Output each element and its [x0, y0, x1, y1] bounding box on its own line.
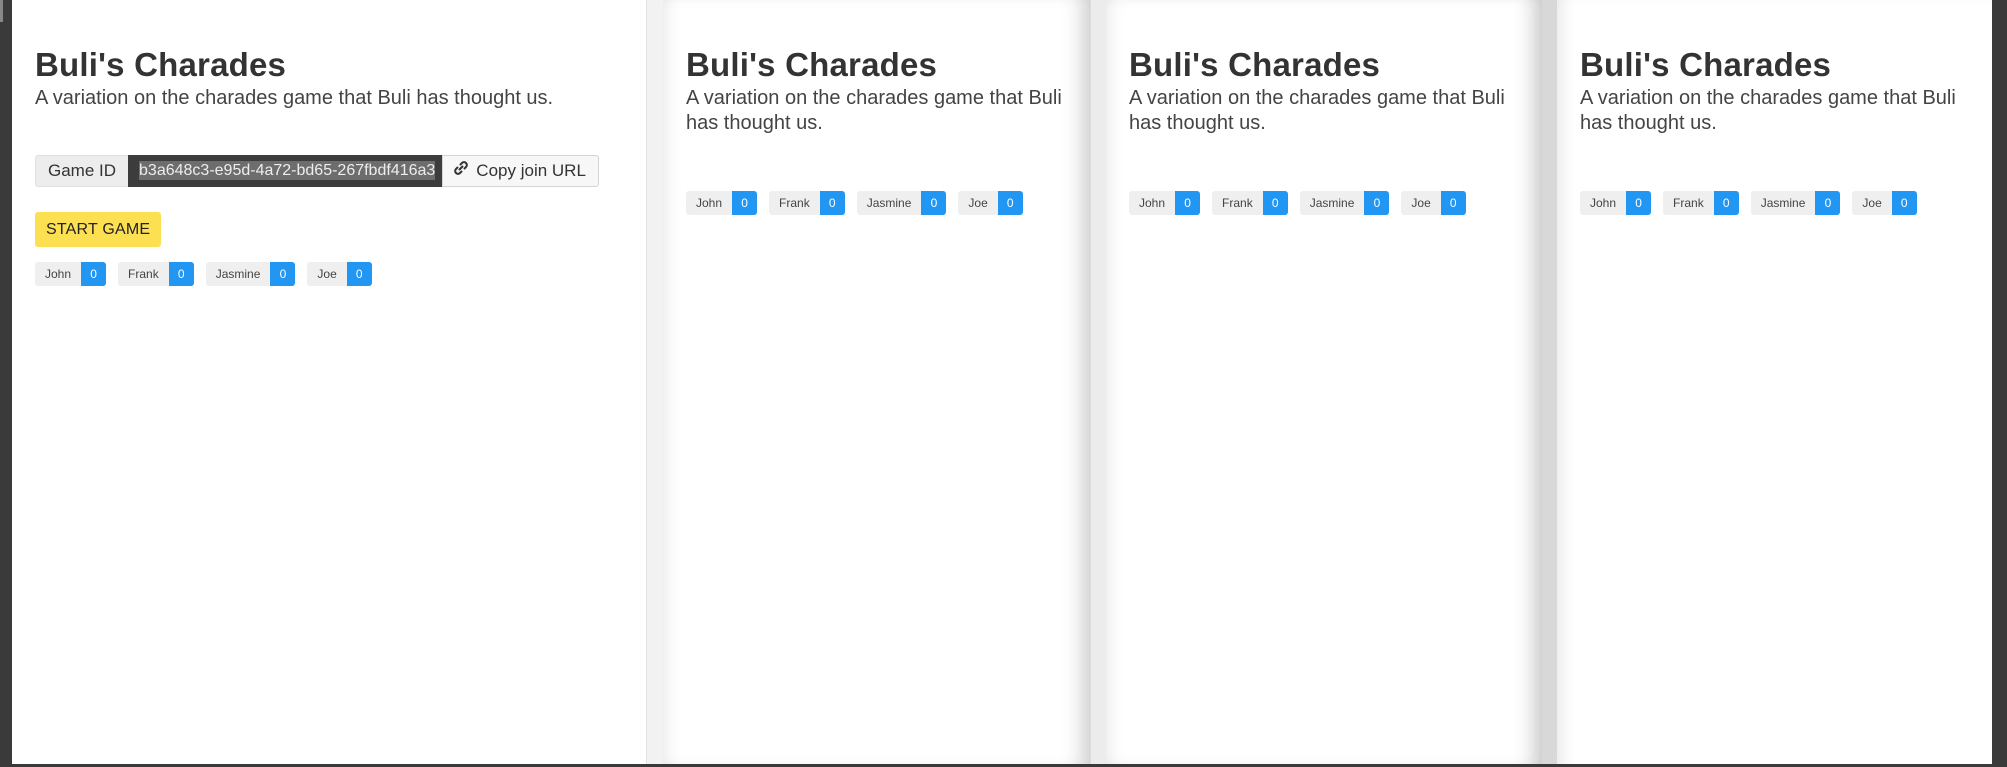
player-chip: Joe 0 [1401, 191, 1466, 215]
page-subtitle: A variation on the charades game that Bu… [35, 87, 554, 109]
player-name: Joe [958, 191, 998, 215]
player-content: Buli's Charades A variation on the chara… [686, 44, 1072, 215]
player-name: Frank [1663, 191, 1714, 215]
page-subtitle: A variation on the charades game that Bu… [1580, 87, 1956, 134]
player-list: John 0 Frank 0 Jasmine 0 Joe 0 [35, 262, 628, 286]
player-content: Buli's Charades A variation on the chara… [1580, 44, 1974, 215]
player-name: Frank [1212, 191, 1263, 215]
player-score-badge: 0 [1815, 191, 1841, 215]
player-name: Frank [769, 191, 820, 215]
player-chip: Jasmine 0 [1750, 191, 1841, 215]
player-window: Buli's Charades A variation on the chara… [1106, 0, 1542, 764]
player-name: Jasmine [205, 262, 271, 286]
player-name: Jasmine [1750, 191, 1816, 215]
window-divider [1542, 0, 1557, 764]
player-content: Buli's Charades A variation on the chara… [1129, 44, 1524, 215]
game-id-value[interactable]: b3a648c3-e95d-4a72-bd65-267fbdf416a3 [139, 161, 436, 180]
player-chip: Jasmine 0 [205, 262, 296, 286]
player-score-badge: 0 [1262, 191, 1288, 215]
player-name: Joe [307, 262, 347, 286]
player-score-badge: 0 [81, 262, 107, 286]
player-chip: John 0 [1580, 191, 1652, 215]
player-score-badge: 0 [1713, 191, 1739, 215]
player-chip: Joe 0 [1852, 191, 1917, 215]
player-name: Joe [1401, 191, 1441, 215]
player-window: Buli's Charades A variation on the chara… [1557, 0, 1992, 764]
copy-join-url-label: Copy join URL [476, 161, 586, 180]
page-title: Buli's Charades [686, 46, 938, 83]
host-content: Buli's Charades A variation on the chara… [35, 44, 628, 286]
player-score-badge: 0 [1626, 191, 1652, 215]
player-chip: Jasmine 0 [1299, 191, 1390, 215]
player-name: John [1129, 191, 1176, 215]
player-chip: John 0 [686, 191, 758, 215]
player-list: John 0 Frank 0 Jasmine 0 Joe 0 [686, 191, 1072, 215]
player-score-badge: 0 [270, 262, 296, 286]
game-id-label: Game ID [35, 155, 129, 187]
player-score-badge: 0 [346, 262, 372, 286]
player-name: John [1580, 191, 1627, 215]
game-id-field[interactable]: b3a648c3-e95d-4a72-bd65-267fbdf416a3 [128, 155, 443, 187]
player-score-badge: 0 [819, 191, 845, 215]
page-subtitle: A variation on the charades game that Bu… [1129, 87, 1505, 134]
player-score-badge: 0 [1891, 191, 1917, 215]
player-score-badge: 0 [732, 191, 758, 215]
player-chip: Frank 0 [769, 191, 845, 215]
player-chip: John 0 [1129, 191, 1201, 215]
page-subtitle: A variation on the charades game that Bu… [686, 87, 1062, 134]
window-divider [1090, 0, 1107, 764]
window-edge [0, 0, 3, 22]
player-chip: Joe 0 [307, 262, 372, 286]
player-score-badge: 0 [168, 262, 194, 286]
player-chip: Frank 0 [118, 262, 194, 286]
player-name: Jasmine [1299, 191, 1365, 215]
host-window: Buli's Charades A variation on the chara… [12, 0, 646, 764]
window-divider [646, 0, 664, 764]
player-window: Buli's Charades A variation on the chara… [663, 0, 1090, 764]
player-chip: Frank 0 [1212, 191, 1288, 215]
player-name: Jasmine [856, 191, 922, 215]
player-score-badge: 0 [1175, 191, 1201, 215]
page-title: Buli's Charades [1129, 46, 1381, 83]
player-name: John [35, 262, 82, 286]
page-title: Buli's Charades [35, 46, 287, 83]
game-id-group: Game ID b3a648c3-e95d-4a72-bd65-267fbdf4… [35, 155, 628, 187]
player-chip: John 0 [35, 262, 107, 286]
player-chip: Jasmine 0 [856, 191, 947, 215]
copy-join-url-button[interactable]: Copy join URL [442, 155, 599, 187]
link-icon [453, 156, 469, 186]
player-name: Joe [1852, 191, 1892, 215]
player-chip: Frank 0 [1663, 191, 1739, 215]
player-list: John 0 Frank 0 Jasmine 0 Joe 0 [1580, 191, 1974, 215]
page-title: Buli's Charades [1580, 46, 1832, 83]
player-list: John 0 Frank 0 Jasmine 0 Joe 0 [1129, 191, 1524, 215]
player-chip: Joe 0 [958, 191, 1023, 215]
player-score-badge: 0 [1364, 191, 1390, 215]
player-score-badge: 0 [997, 191, 1023, 215]
start-game-button[interactable]: START GAME [35, 212, 162, 247]
player-score-badge: 0 [921, 191, 947, 215]
player-name: Frank [118, 262, 169, 286]
player-name: John [686, 191, 733, 215]
player-score-badge: 0 [1440, 191, 1466, 215]
